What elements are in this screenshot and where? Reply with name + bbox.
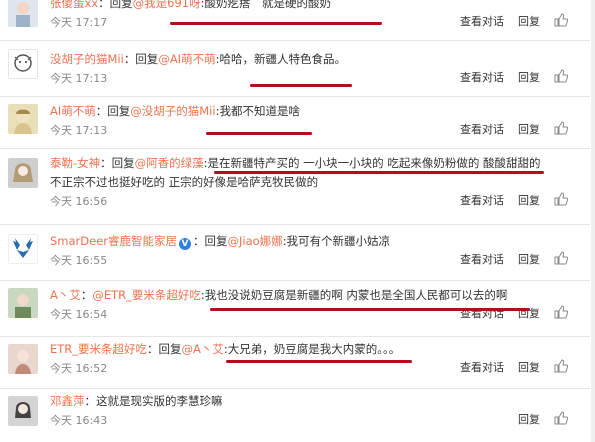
like-icon[interactable] — [554, 251, 568, 266]
comment-time: 今天 16:54 — [50, 308, 108, 321]
red-underline — [210, 308, 530, 311]
comment-item: A丶艾：@ETR_要米条超好吃:我也没说奶豆腐是新疆的啊 内蒙也是全国人民都可以… — [0, 280, 590, 337]
avatar[interactable] — [8, 288, 38, 318]
comment-time: 今天 17:13 — [50, 124, 108, 137]
comment-mention[interactable]: @阿香的绿藻 — [135, 156, 204, 170]
comment-time: 今天 17:13 — [50, 72, 108, 85]
comment-body: :大兄弟，奶豆腐是我大内蒙的。。。 — [223, 342, 401, 356]
comment-item: AI萌不萌：回复@没胡子的猫Mii:我都不知道是啥 今天 17:13 查看对话 回… — [0, 96, 590, 149]
red-underline — [170, 22, 382, 25]
comment-username[interactable]: A丶艾 — [50, 288, 81, 302]
avatar[interactable] — [8, 234, 38, 264]
reply-link[interactable]: 回复 — [518, 71, 540, 84]
comment-body-continued: 不正宗不过也挺好吃的 正宗的好像是哈萨克牧民做的 — [50, 175, 319, 189]
comment-item: ETR_要米条超好吃：回复@A丶艾:大兄弟，奶豆腐是我大内蒙的。。。 今天 16… — [0, 336, 590, 389]
view-conversation-link[interactable]: 查看对话 — [460, 123, 504, 136]
comment-actions: 查看对话 回复 — [446, 13, 568, 31]
comment-mention[interactable]: @ETR_要米条超好吃 — [92, 288, 201, 302]
comment-username[interactable]: 没胡子的猫Mii — [50, 52, 124, 66]
reply-link[interactable]: 回复 — [518, 194, 540, 207]
comment-text: 张傻蛋xx：回复@我是691呀:酸奶疙瘩 就是硬的酸奶 — [50, 0, 590, 13]
comment-body: :哈哈，新疆人特色食品。 — [215, 52, 346, 66]
comment-actions: 回复 — [504, 411, 568, 429]
comment-actions: 查看对话 回复 — [446, 251, 568, 269]
view-conversation-link[interactable]: 查看对话 — [460, 253, 504, 266]
comment-mention[interactable]: @没胡子的猫Mii — [130, 104, 215, 118]
avatar[interactable] — [8, 49, 38, 79]
like-icon[interactable] — [554, 411, 568, 426]
comment-mention[interactable]: @我是691呀 — [133, 0, 201, 10]
reply-link[interactable]: 回复 — [518, 15, 540, 28]
comment-actions: 查看对话 回复 — [446, 121, 568, 139]
comment-text: 没胡子的猫Mii：回复@AI萌不萌:哈哈，新疆人特色食品。 — [50, 50, 590, 69]
red-underline — [206, 132, 312, 135]
comment-username[interactable]: SmarDeer睿鹿智能家居 — [50, 234, 177, 248]
reply-link[interactable]: 回复 — [518, 123, 540, 136]
comment-actions: 查看对话 回复 — [446, 192, 568, 210]
red-underline — [226, 360, 412, 363]
comment-item: 邓鑫萍：这就是现实版的李慧珍嘛 今天 16:43 回复 — [0, 388, 590, 442]
view-conversation-link[interactable]: 查看对话 — [460, 71, 504, 84]
view-conversation-link[interactable]: 查看对话 — [460, 361, 504, 374]
avatar[interactable] — [8, 0, 38, 27]
comment-list: 张傻蛋xx：回复@我是691呀:酸奶疙瘩 就是硬的酸奶 今天 17:17 查看对… — [0, 0, 595, 442]
comment-item: 没胡子的猫Mii：回复@AI萌不萌:哈哈，新疆人特色食品。 今天 17:13 查… — [0, 40, 590, 97]
view-conversation-link[interactable]: 查看对话 — [460, 194, 504, 207]
reply-prefix: ：回复 — [123, 52, 159, 66]
comment-body: :是在新疆特产买的 一小块一小块的 吃起来像奶粉做的 酸酸甜甜的 — [203, 156, 541, 170]
avatar[interactable] — [8, 104, 38, 134]
like-icon[interactable] — [554, 305, 568, 320]
reply-link[interactable]: 回复 — [518, 361, 540, 374]
comment-time: 今天 16:43 — [50, 414, 108, 427]
reply-prefix: ：回复 — [100, 156, 135, 170]
comment-text: SmarDeer睿鹿智能家居 V ：回复@Jiao娜娜:我可有个新疆小姑凉 — [50, 232, 590, 251]
comment-body: :我都不知道是啥 — [215, 104, 300, 118]
comment-actions: 查看对话 回复 — [446, 359, 568, 377]
red-underline — [250, 84, 352, 87]
comment-username[interactable]: AI萌不萌 — [50, 104, 96, 118]
view-conversation-link[interactable]: 查看对话 — [460, 15, 504, 28]
reply-prefix: ：回复 — [193, 234, 228, 248]
comment-mention[interactable]: @Jiao娜娜 — [228, 234, 283, 248]
avatar[interactable] — [8, 396, 38, 426]
comment-username[interactable]: 张傻蛋xx — [50, 0, 98, 10]
comment-text: 邓鑫萍：这就是现实版的李慧珍嘛 — [50, 392, 590, 411]
reply-prefix: ： — [80, 288, 93, 302]
reply-link[interactable]: 回复 — [518, 253, 540, 266]
avatar[interactable] — [8, 158, 38, 188]
red-underline — [214, 171, 544, 174]
reply-prefix: ：回复 — [95, 104, 131, 118]
comment-item: 张傻蛋xx：回复@我是691呀:酸奶疙瘩 就是硬的酸奶 今天 17:17 查看对… — [0, 0, 590, 41]
comment-body: :酸奶疙瘩 就是硬的酸奶 — [200, 0, 331, 10]
reply-link[interactable]: 回复 — [518, 413, 540, 426]
verified-badge-icon: V — [179, 238, 192, 250]
comment-time: 今天 16:56 — [50, 195, 108, 208]
reply-prefix: ：回复 — [98, 0, 133, 10]
comment-text: A丶艾：@ETR_要米条超好吃:我也没说奶豆腐是新疆的啊 内蒙也是全国人民都可以… — [50, 286, 590, 305]
scrollbar[interactable] — [591, 0, 595, 442]
like-icon[interactable] — [554, 13, 568, 28]
comment-body: :我也没说奶豆腐是新疆的啊 内蒙也是全国人民都可以去的啊 — [200, 288, 508, 302]
comment-body: :我可有个新疆小姑凉 — [282, 234, 391, 248]
comment-mention[interactable]: @AI萌不萌 — [158, 52, 215, 66]
comment-username[interactable]: 邓鑫萍 — [50, 394, 85, 408]
comment-text: ETR_要米条超好吃：回复@A丶艾:大兄弟，奶豆腐是我大内蒙的。。。 — [50, 340, 590, 359]
avatar[interactable] — [8, 344, 38, 374]
comment-time: 今天 16:55 — [50, 254, 108, 267]
comment-username[interactable]: ETR_要米条超好吃 — [50, 342, 147, 356]
like-icon[interactable] — [554, 69, 568, 84]
like-icon[interactable] — [554, 359, 568, 374]
comment-text: AI萌不萌：回复@没胡子的猫Mii:我都不知道是啥 — [50, 102, 590, 121]
comment-body: ：这就是现实版的李慧珍嘛 — [84, 394, 223, 408]
comment-item: 泰勒-女神：回复@阿香的绿藻:是在新疆特产买的 一小块一小块的 吃起来像奶粉做的… — [0, 148, 590, 225]
like-icon[interactable] — [554, 121, 568, 136]
comment-item: SmarDeer睿鹿智能家居 V ：回复@Jiao娜娜:我可有个新疆小姑凉 今天 1… — [0, 224, 590, 281]
comment-actions: 查看对话 回复 — [446, 69, 568, 87]
comment-mention[interactable]: @A丶艾 — [182, 342, 224, 356]
comment-time: 今天 16:52 — [50, 362, 108, 375]
comment-time: 今天 17:17 — [50, 16, 108, 29]
like-icon[interactable] — [554, 192, 568, 207]
reply-prefix: ：回复 — [147, 342, 182, 356]
comment-username[interactable]: 泰勒-女神 — [50, 156, 100, 170]
